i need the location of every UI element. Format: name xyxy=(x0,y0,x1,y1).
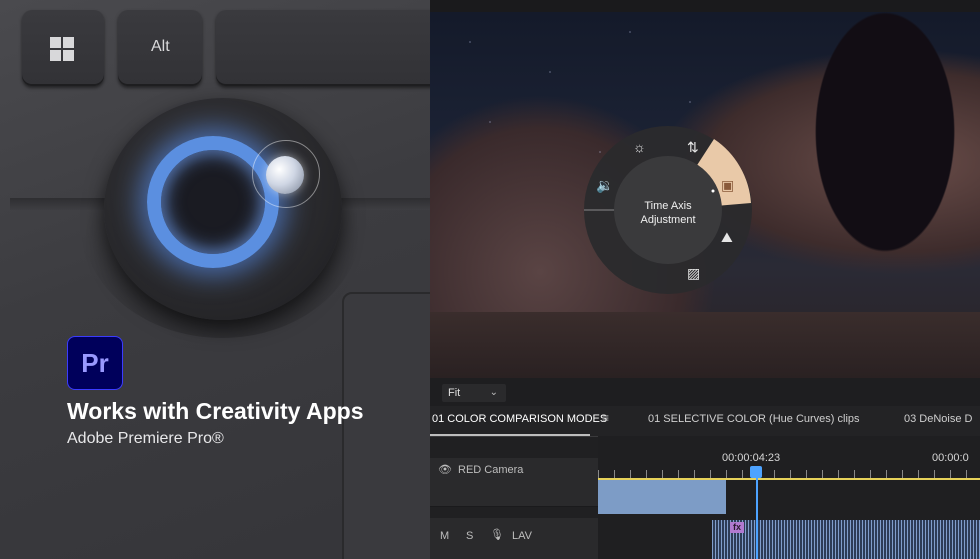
headline: Works with Creativity Apps xyxy=(67,398,364,424)
playhead[interactable] xyxy=(756,466,758,559)
program-monitor: ☼ ⇅ ▣ 🔉 ⛰ ▨ Time Axis Adjustment xyxy=(430,12,980,378)
solo-button[interactable]: S xyxy=(466,530,473,542)
radial-menu[interactable]: ☼ ⇅ ▣ 🔉 ⛰ ▨ Time Axis Adjustment xyxy=(583,125,753,295)
monitor-toolbar xyxy=(430,378,980,406)
radial-menu-label: Time Axis Adjustment xyxy=(613,199,723,227)
video-track-name: RED Camera xyxy=(458,464,524,476)
windows-logo-icon xyxy=(50,37,74,61)
mute-button[interactable]: M xyxy=(440,530,449,542)
app-name: Adobe Premiere Pro® xyxy=(67,430,224,447)
alt-key-label: Alt xyxy=(151,38,170,55)
audio-track-header: M S 🎙 LAV xyxy=(430,518,598,559)
radial-menu-label-line2: Adjustment xyxy=(640,214,696,226)
microphone-icon[interactable]: 🎙 xyxy=(490,528,504,541)
hardware-panel: Alt Pr Works with Creativity Apps Adobe … xyxy=(0,0,430,559)
tab-selective-color[interactable]: 01 SELECTIVE COLOR (Hue Curves) clips xyxy=(648,413,860,425)
audio-clip[interactable]: fx xyxy=(712,520,980,559)
next-timecode: 00:00:0 xyxy=(932,452,969,464)
mountain-icon[interactable]: ⛰ xyxy=(721,229,733,246)
chevron-down-icon: ⌄ xyxy=(489,387,498,398)
eye-icon[interactable]: 👁 xyxy=(438,463,452,476)
adjust-sliders-icon[interactable]: ⇅ xyxy=(687,139,699,156)
hamburger-menu-icon[interactable]: ≡ xyxy=(602,411,609,425)
premiere-pro-logo: Pr xyxy=(67,336,123,390)
audio-waveform xyxy=(712,520,980,559)
active-tab-indicator xyxy=(430,434,590,436)
audio-track-name: LAV xyxy=(512,530,532,542)
space-key[interactable] xyxy=(216,10,430,86)
video-track-header: 👁 RED Camera xyxy=(430,458,598,507)
trackpad[interactable] xyxy=(342,292,430,559)
zoom-select[interactable]: Fit ⌄ xyxy=(442,384,506,402)
sequence-tabs: 01 COLOR COMPARISON MODES ≡ 01 SELECTIVE… xyxy=(430,406,980,437)
timeline-area[interactable]: 00:00:04:23 00:00:0 fx xyxy=(598,436,980,559)
zoom-select-value: Fit xyxy=(448,387,461,399)
windows-key[interactable] xyxy=(22,10,104,86)
alt-key[interactable]: Alt xyxy=(118,10,202,86)
ground-silhouette xyxy=(430,312,980,378)
volume-icon[interactable]: 🔉 xyxy=(596,177,613,194)
image-icon[interactable]: ▨ xyxy=(687,265,700,282)
premiere-screen: ☼ ⇅ ▣ 🔉 ⛰ ▨ Time Axis Adjustment Fit ⌄ 0… xyxy=(430,12,980,559)
dial-knob[interactable] xyxy=(266,156,304,194)
radial-menu-label-line1: Time Axis xyxy=(644,200,692,212)
time-ruler[interactable] xyxy=(598,470,980,478)
tab-denoise[interactable]: 03 DeNoise D xyxy=(904,413,972,425)
toolbox-icon[interactable]: ▣ xyxy=(721,177,734,194)
fx-badge: fx xyxy=(730,522,744,533)
video-clip[interactable] xyxy=(598,480,726,514)
current-timecode: 00:00:04:23 xyxy=(722,452,781,464)
tab-color-comparison[interactable]: 01 COLOR COMPARISON MODES xyxy=(432,413,607,425)
brightness-icon[interactable]: ☼ xyxy=(633,139,646,155)
